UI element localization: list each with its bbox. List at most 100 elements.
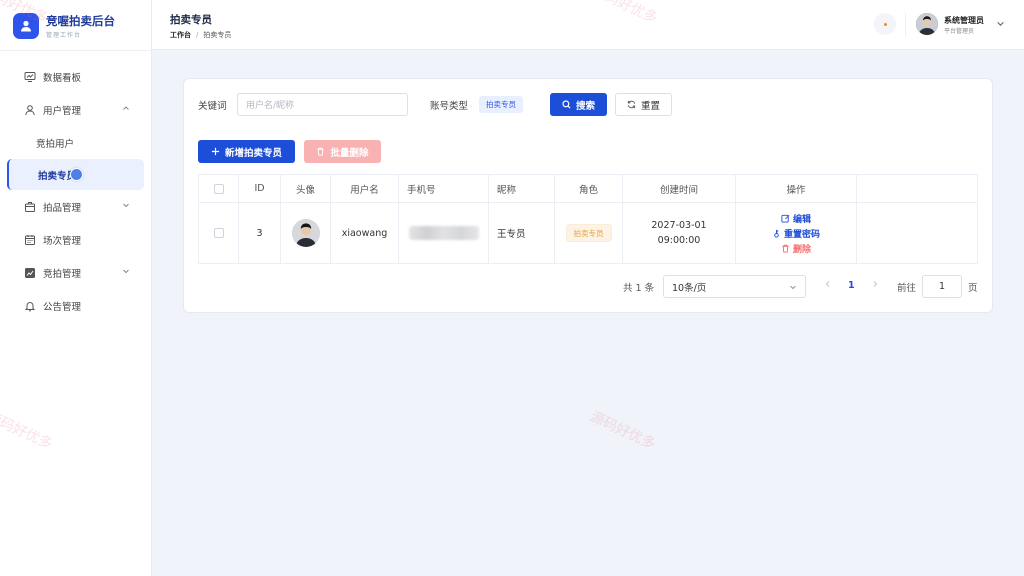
- notification-dot-icon: [883, 22, 887, 26]
- page-size-value: 10条/页: [672, 282, 707, 294]
- prev-page-button[interactable]: [824, 280, 832, 291]
- cell-avatar: [281, 203, 331, 263]
- role-tag: 拍卖专员: [565, 224, 612, 242]
- select-all-cell: [199, 175, 239, 202]
- sidebar-item-label: 竞拍管理: [43, 268, 82, 280]
- brand[interactable]: 竞喔拍卖后台 管理工作台: [13, 10, 148, 42]
- keyword-input[interactable]: 用户名/昵称: [237, 93, 408, 116]
- chart-icon: [24, 267, 36, 279]
- batch-delete-button[interactable]: 批量删除: [304, 140, 381, 163]
- sidebar: 竞喔拍卖后台 管理工作台 数据看板 用户管理 竞拍用户 拍卖专员 拍品管理 场次…: [0, 0, 152, 576]
- key-icon: [772, 229, 781, 238]
- watermark: 源码好优多: [587, 408, 658, 453]
- add-specialist-button[interactable]: 新增拍卖专员: [198, 140, 295, 163]
- avatar[interactable]: [291, 219, 320, 247]
- edit-link[interactable]: 编辑: [781, 212, 811, 225]
- calendar-icon: [24, 234, 36, 246]
- page-title: 拍卖专员: [170, 14, 212, 26]
- cell-operations: 编辑 重置密码 删除: [736, 203, 857, 263]
- divider: [0, 50, 152, 51]
- content-card: 关键词 用户名/昵称 账号类型 拍卖专员 搜索 重置 新增拍卖专员 批量删除 I…: [183, 78, 993, 313]
- sidebar-item-bidders[interactable]: 竞拍用户: [0, 126, 152, 159]
- delete-label: 删除: [792, 244, 811, 255]
- search-button[interactable]: 搜索: [550, 93, 607, 116]
- phone-blurred: [408, 226, 479, 240]
- user-avatar[interactable]: [916, 13, 938, 35]
- created-time: 09:00:00: [657, 235, 701, 246]
- reset-password-link[interactable]: 重置密码: [772, 227, 820, 240]
- sidebar-item-label: 竞拍用户: [36, 138, 75, 150]
- column-header: 操作: [736, 175, 857, 202]
- user-name[interactable]: 系统管理员: [944, 15, 984, 26]
- row-select-cell: [199, 203, 239, 263]
- delete-link[interactable]: 删除: [781, 242, 811, 255]
- column-header: 昵称: [489, 175, 555, 202]
- reset-button-label: 重置: [640, 100, 660, 112]
- plus-icon: [211, 147, 220, 156]
- next-page-button[interactable]: [871, 280, 879, 291]
- goto-label: 前往: [897, 283, 917, 294]
- breadcrumb-current: 拍卖专员: [203, 31, 232, 39]
- column-header: 手机号: [399, 175, 489, 202]
- sidebar-item-bidding-management[interactable]: 竞拍管理: [0, 256, 152, 289]
- keyword-placeholder: 用户名/昵称: [246, 101, 295, 111]
- brand-logo-icon: [13, 13, 39, 39]
- sidebar-item-label: 用户管理: [43, 105, 82, 117]
- breadcrumb: 工作台 / 拍卖专员: [170, 30, 231, 40]
- account-type-tag[interactable]: 拍卖专员: [479, 96, 523, 113]
- cell-nickname: 王专员: [489, 203, 555, 263]
- cell-phone: [399, 203, 489, 263]
- sidebar-item-announcements[interactable]: 公告管理: [0, 289, 152, 322]
- sidebar-item-session-management[interactable]: 场次管理: [0, 223, 152, 256]
- column-header[interactable]: 创建时间: [623, 175, 736, 202]
- top-header: 拍卖专员 工作台 / 拍卖专员 系统管理员 平台管理员: [152, 0, 1024, 50]
- page-suffix: 页: [968, 283, 978, 294]
- row-checkbox[interactable]: [213, 228, 224, 238]
- trash-icon: [316, 147, 325, 156]
- chevron-down-icon: [122, 267, 130, 278]
- created-date: 2027-03-01: [651, 220, 707, 231]
- specialist-table: ID 头像 用户名 手机号 昵称 角色 创建时间 操作 3 xiaowang 王…: [198, 174, 978, 264]
- cursor-dot: [70, 168, 83, 181]
- column-header: 用户名: [331, 175, 399, 202]
- sidebar-item-dashboard[interactable]: 数据看板: [0, 60, 152, 93]
- page-number-current[interactable]: 1: [848, 280, 855, 291]
- notification-button[interactable]: [874, 13, 896, 35]
- column-header: 头像: [281, 175, 331, 202]
- chevron-down-icon: [789, 283, 797, 294]
- sidebar-item-user-management[interactable]: 用户管理: [0, 93, 152, 126]
- column-header[interactable]: ID: [239, 175, 281, 202]
- search-icon: [562, 100, 571, 109]
- chevron-down-icon[interactable]: [996, 19, 1005, 31]
- select-all-checkbox[interactable]: [213, 183, 224, 194]
- trash-icon: [781, 244, 790, 253]
- cell-id: 3: [239, 203, 281, 263]
- sidebar-nav: 数据看板 用户管理 竞拍用户 拍卖专员 拍品管理 场次管理 竞拍管理 公告管理: [0, 60, 152, 322]
- account-type-label: 账号类型: [430, 101, 469, 112]
- batch-delete-label: 批量删除: [330, 147, 369, 159]
- reset-button[interactable]: 重置: [615, 93, 672, 116]
- sidebar-item-lot-management[interactable]: 拍品管理: [0, 190, 152, 223]
- edit-icon: [781, 214, 790, 223]
- sidebar-item-label: 数据看板: [43, 72, 82, 84]
- keyword-label: 关键词: [198, 101, 227, 112]
- edit-label: 编辑: [792, 214, 811, 225]
- sidebar-item-auction-specialist[interactable]: 拍卖专员: [7, 159, 144, 190]
- sidebar-item-label: 公告管理: [43, 301, 82, 313]
- cell-created-time: 2027-03-01 09:00:00: [623, 203, 736, 263]
- table-row: 3 xiaowang 王专员 拍卖专员 2027-03-01 09:00:00 …: [199, 203, 977, 263]
- brand-title: 竞喔拍卖后台: [46, 14, 115, 28]
- column-header: 角色: [555, 175, 623, 202]
- cell-role: 拍卖专员: [555, 203, 623, 263]
- add-button-label: 新增拍卖专员: [224, 147, 282, 159]
- sidebar-item-label: 场次管理: [43, 235, 82, 247]
- page-size-select[interactable]: 10条/页: [663, 275, 806, 298]
- brand-subtitle: 管理工作台: [46, 32, 82, 39]
- dashboard-icon: [24, 71, 36, 83]
- breadcrumb-home[interactable]: 工作台: [170, 31, 191, 39]
- chevron-up-icon: [122, 104, 130, 115]
- search-button-label: 搜索: [575, 100, 595, 112]
- goto-page-input[interactable]: 1: [922, 275, 962, 298]
- user-icon: [24, 104, 36, 116]
- table-header-row: ID 头像 用户名 手机号 昵称 角色 创建时间 操作: [199, 175, 977, 203]
